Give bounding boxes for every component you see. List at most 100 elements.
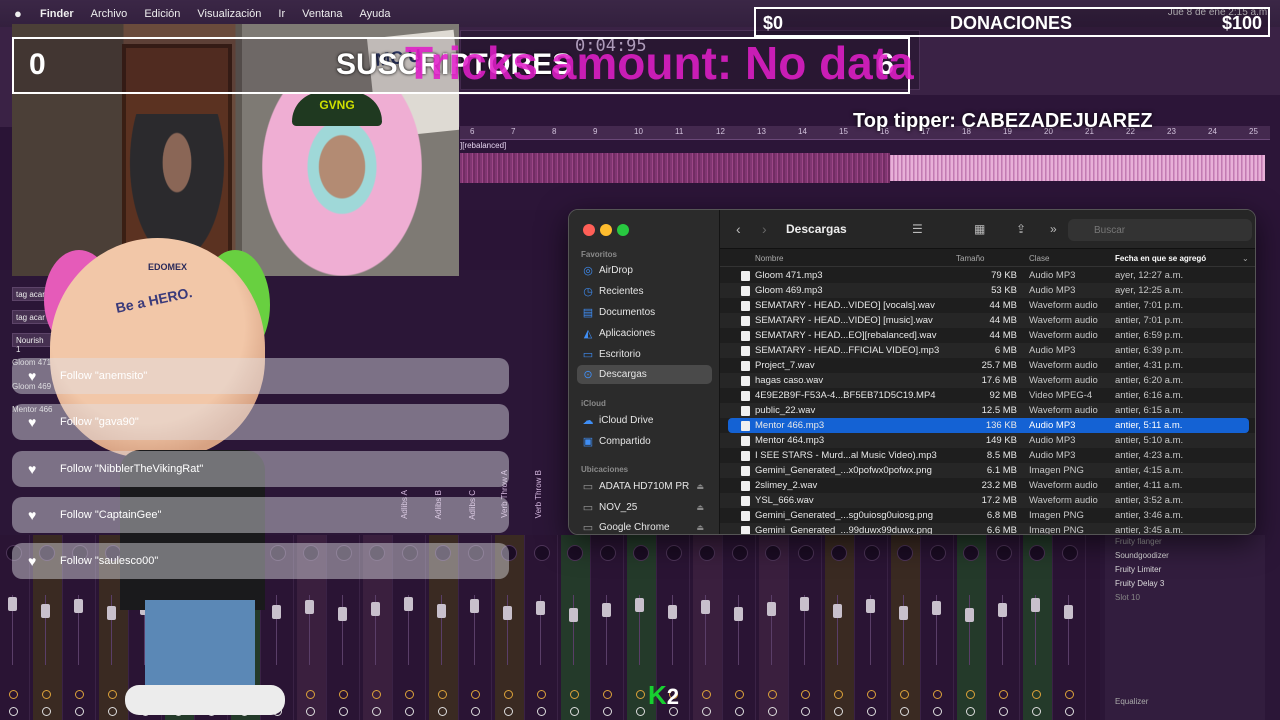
fx-led[interactable] [42, 690, 51, 699]
volume-fader[interactable] [272, 605, 281, 619]
volume-fader[interactable] [701, 600, 710, 614]
file-row[interactable]: public_22.wav 12.5 MB Waveform audio antier… [720, 403, 1255, 418]
route-led[interactable] [900, 707, 909, 716]
pan-knob[interactable] [963, 545, 979, 561]
fx-led[interactable] [537, 690, 546, 699]
volume-fader[interactable] [965, 608, 974, 622]
route-led[interactable] [636, 707, 645, 716]
file-row[interactable]: Gemini_Generated_...99duwx99duwx.png 6.6 … [720, 523, 1255, 534]
file-row[interactable]: Mentor 466.mp3 136 KB Audio MP3 antier, 5:1… [728, 418, 1249, 433]
column-size[interactable]: Tamaño [956, 254, 984, 263]
zoom-window-button[interactable] [617, 224, 629, 236]
mixer-strip[interactable] [759, 535, 789, 720]
fx-slot[interactable]: Fruity Limiter [1105, 563, 1265, 577]
pan-knob[interactable] [765, 545, 781, 561]
route-led[interactable] [801, 707, 810, 716]
mixer-strip[interactable] [858, 535, 888, 720]
eject-icon[interactable]: ⏏ [696, 523, 704, 532]
file-row[interactable]: Mentor 464.mp3 149 KB Audio MP3 antier, 5:1… [720, 433, 1255, 448]
column-name[interactable]: Nombre [755, 254, 783, 263]
volume-fader[interactable] [1064, 605, 1073, 619]
mixer-strip[interactable] [825, 535, 855, 720]
volume-fader[interactable] [833, 604, 842, 618]
volume-fader[interactable] [503, 606, 512, 620]
menu-visualizacion[interactable]: Visualización [197, 8, 261, 20]
volume-fader[interactable] [404, 597, 413, 611]
fx-led[interactable] [339, 690, 348, 699]
file-row[interactable]: hagas caso.wav 17.6 MB Waveform audio antie… [720, 373, 1255, 388]
column-kind[interactable]: Clase [1029, 254, 1049, 263]
volume-fader[interactable] [437, 604, 446, 618]
pan-knob[interactable] [996, 545, 1012, 561]
file-row[interactable]: Project_7.wav 25.7 MB Waveform audio antier… [720, 358, 1255, 373]
fx-led[interactable] [603, 690, 612, 699]
fx-led[interactable] [1032, 690, 1041, 699]
sidebar-item-icloud-drive[interactable]: ☁ iCloud Drive [577, 411, 712, 430]
fx-led[interactable] [504, 690, 513, 699]
volume-fader[interactable] [305, 600, 314, 614]
route-led[interactable] [834, 707, 843, 716]
fx-led[interactable] [834, 690, 843, 699]
mixer-strip[interactable] [693, 535, 723, 720]
route-led[interactable] [867, 707, 876, 716]
pan-knob[interactable] [798, 545, 814, 561]
mixer-strip[interactable] [1056, 535, 1086, 720]
fx-led[interactable] [966, 690, 975, 699]
volume-fader[interactable] [899, 606, 908, 620]
fx-led[interactable] [636, 690, 645, 699]
search-input[interactable] [1068, 219, 1252, 241]
file-row[interactable]: Gloom 469.mp3 53 KB Audio MP3 ayer, 12:25 a… [720, 283, 1255, 298]
sidebar-item-airdrop[interactable]: ◎ AirDrop [577, 261, 712, 280]
fx-led[interactable] [438, 690, 447, 699]
volume-fader[interactable] [635, 598, 644, 612]
file-row[interactable]: 4E9E2B9F-F53A-4...BF5EB71D5C19.MP4 92 MB V… [720, 388, 1255, 403]
sidebar-item-aplicaciones[interactable]: ◭ Aplicaciones [577, 324, 712, 343]
volume-fader[interactable] [800, 597, 809, 611]
route-led[interactable] [108, 707, 117, 716]
pan-knob[interactable] [1062, 545, 1078, 561]
mixer-strip[interactable] [792, 535, 822, 720]
mixer-fx-slots[interactable]: Fruity flanger Soundgoodizer Fruity Limi… [1105, 535, 1265, 720]
mixer-strip[interactable] [924, 535, 954, 720]
group-icon[interactable]: ▦ [974, 222, 985, 236]
route-led[interactable] [768, 707, 777, 716]
route-led[interactable] [405, 707, 414, 716]
menu-ayuda[interactable]: Ayuda [360, 8, 391, 20]
volume-fader[interactable] [8, 597, 17, 611]
sidebar-item-descargas[interactable]: ⊙ Descargas [577, 365, 712, 384]
fx-led[interactable] [1065, 690, 1074, 699]
eject-icon[interactable]: ⏏ [696, 503, 704, 512]
mixer-strip[interactable] [528, 535, 558, 720]
file-row[interactable]: Gloom 471.mp3 79 KB Audio MP3 ayer, 12:27 a… [720, 268, 1255, 283]
pan-knob[interactable] [699, 545, 715, 561]
sort-chevron-icon[interactable]: ⌄ [1242, 254, 1249, 263]
volume-fader[interactable] [1031, 598, 1040, 612]
file-row[interactable]: SEMATARY - HEAD...FFICIAL VIDEO].mp3 6 MB… [720, 343, 1255, 358]
volume-fader[interactable] [107, 606, 116, 620]
volume-fader[interactable] [371, 602, 380, 616]
fx-led[interactable] [75, 690, 84, 699]
mixer-strip[interactable] [1023, 535, 1053, 720]
pan-knob[interactable] [567, 545, 583, 561]
list-view-icon[interactable]: ☰ [912, 222, 923, 236]
minimize-window-button[interactable] [600, 224, 612, 236]
route-led[interactable] [471, 707, 480, 716]
finder-window[interactable]: Favoritos ◎ AirDrop ◷ Recientes ▤ Documento… [568, 209, 1256, 535]
column-date-added[interactable]: Fecha en que se agregó [1115, 254, 1206, 263]
route-led[interactable] [735, 707, 744, 716]
pan-knob[interactable] [732, 545, 748, 561]
volume-fader[interactable] [998, 603, 1007, 617]
route-led[interactable] [339, 707, 348, 716]
fx-led[interactable] [735, 690, 744, 699]
file-row[interactable]: SEMATARY - HEAD...EO][rebalanced].wav 44 … [720, 328, 1255, 343]
mixer-strip[interactable] [726, 535, 756, 720]
route-led[interactable] [75, 707, 84, 716]
pan-knob[interactable] [897, 545, 913, 561]
menu-app-finder[interactable]: Finder [40, 8, 74, 20]
route-led[interactable] [372, 707, 381, 716]
route-led[interactable] [306, 707, 315, 716]
share-icon[interactable]: ⇪ [1016, 222, 1026, 236]
fx-slot[interactable]: Slot 10 [1105, 591, 1265, 605]
forward-icon[interactable]: › [762, 221, 767, 237]
pan-knob[interactable] [633, 545, 649, 561]
